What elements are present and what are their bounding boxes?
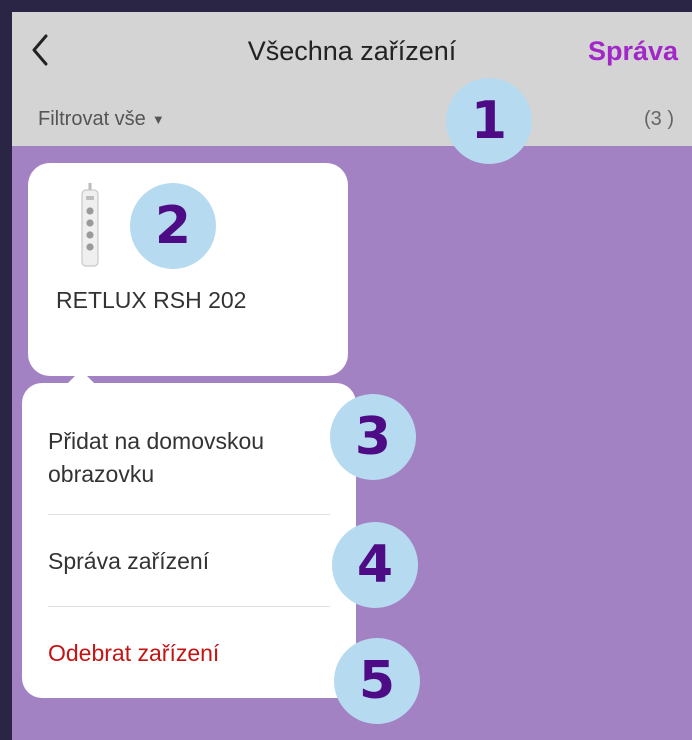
menu-divider (48, 514, 330, 515)
context-menu: Přidat na domovskou obrazovku Správa zař… (22, 383, 356, 698)
filter-dropdown[interactable]: Filtrovat vše ▼ (38, 108, 165, 131)
app-screen: Všechna zařízení Správa Filtrovat vše ▼ … (12, 12, 692, 740)
device-count: (3 ) (644, 108, 674, 130)
step-badge-4: 4 (332, 522, 418, 608)
step-badge-2: 2 (130, 183, 216, 269)
filter-bar: Filtrovat vše ▼ (3 ) (12, 94, 692, 146)
step-badge-5: 5 (334, 638, 420, 724)
navigation-bar: Všechna zařízení Správa (12, 12, 692, 94)
menu-item-remove-device[interactable]: Odebrat zařízení (48, 637, 330, 670)
step-badge-1: 1 (446, 78, 532, 164)
menu-item-add-to-home[interactable]: Přidat na domovskou obrazovku (48, 425, 348, 491)
manage-button[interactable]: Správa (588, 36, 678, 67)
device-name: RETLUX RSH 202 (56, 287, 247, 313)
menu-pointer (68, 370, 94, 383)
step-badge-3: 3 (330, 394, 416, 480)
menu-item-manage-device[interactable]: Správa zařízení (48, 545, 330, 578)
menu-divider (48, 606, 330, 607)
power-strip-icon (80, 183, 100, 272)
filter-label: Filtrovat vše (38, 108, 146, 130)
caret-down-icon: ▼ (151, 112, 165, 127)
